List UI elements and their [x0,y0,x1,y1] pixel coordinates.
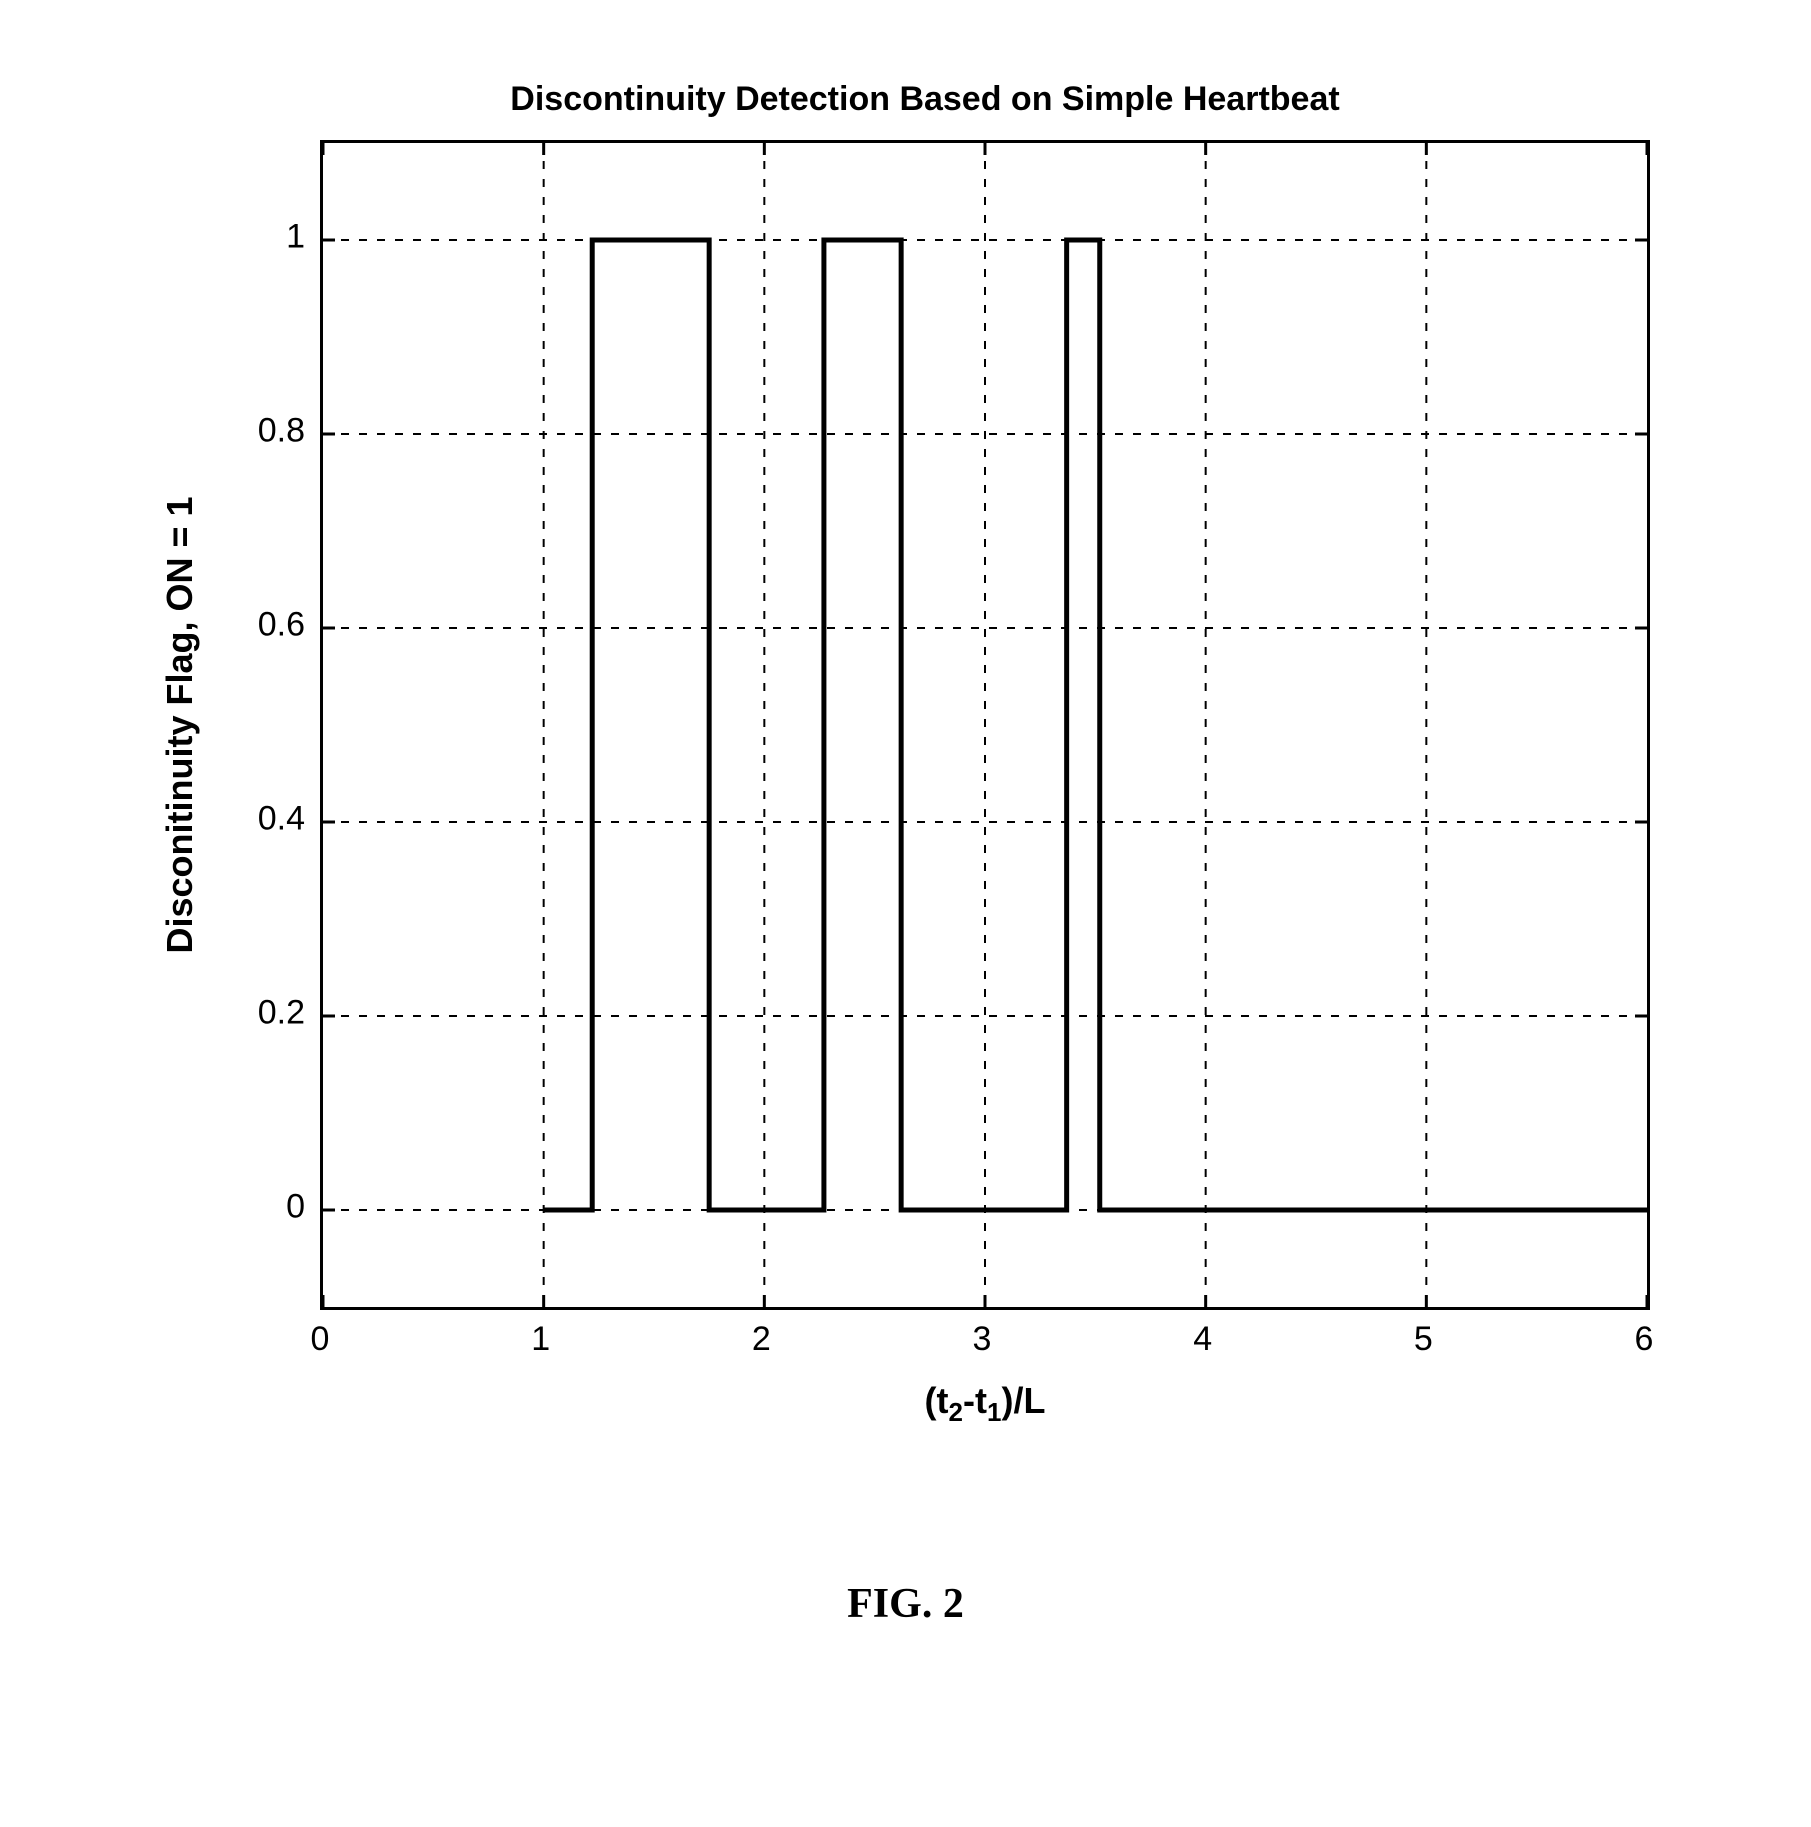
grid-lines [323,143,1647,1307]
x-tick-label: 1 [531,1320,550,1359]
chart-container: Discontinuity Detection Based on Simple … [150,80,1700,1480]
x-axis-label: (t2-t1)/L [320,1380,1650,1428]
y-axis-label: Disconitinuity Flag, ON = 1 [159,268,201,725]
y-tick-label: 0.4 [258,800,305,839]
x-tick-label: 3 [973,1320,992,1359]
y-tick-label: 0.6 [258,606,305,645]
data-line [544,240,1647,1210]
x-tick-label: 6 [1635,1320,1654,1359]
y-tick-label: 1 [286,218,305,257]
y-tick-label: 0.2 [258,994,305,1033]
y-tick-label: 0.8 [258,412,305,451]
x-tick-label: 2 [752,1320,771,1359]
plot-area [320,140,1650,1310]
chart-title: Discontinuity Detection Based on Simple … [150,80,1700,119]
x-tick-label: 0 [311,1320,330,1359]
x-tick-label: 4 [1193,1320,1212,1359]
x-tick-label: 5 [1414,1320,1433,1359]
y-tick-label: 0 [286,1188,305,1227]
figure-caption: FIG. 2 [0,1580,1811,1628]
plot-svg [323,143,1647,1307]
